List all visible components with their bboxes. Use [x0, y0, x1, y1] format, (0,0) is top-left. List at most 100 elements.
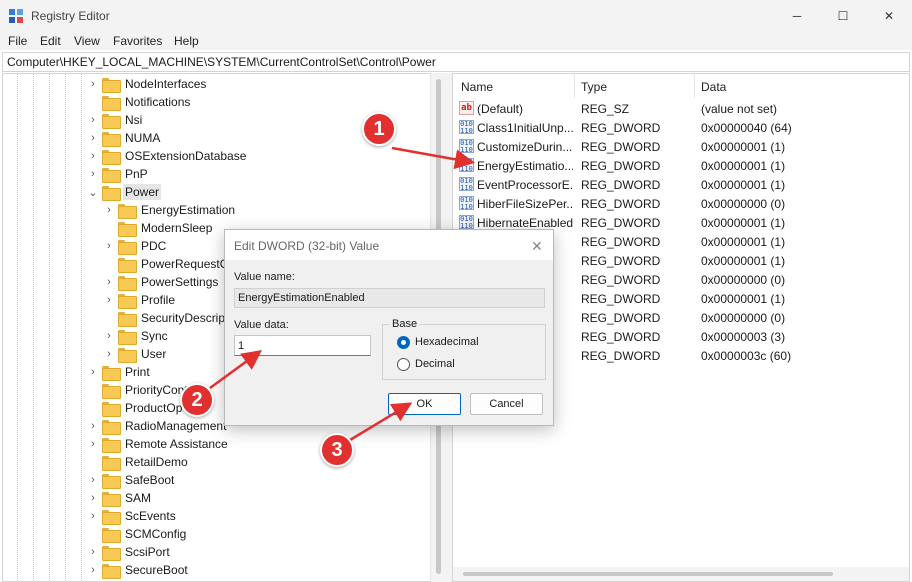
expand-chevron-icon[interactable]: ⌄	[88, 186, 98, 199]
folder-icon	[102, 527, 121, 543]
tree-item-label: PnP	[125, 167, 148, 181]
menu-edit[interactable]: Edit	[40, 34, 61, 48]
menu-view[interactable]: View	[74, 34, 100, 48]
tree-item[interactable]: › SecureBoot	[88, 561, 190, 579]
folder-icon	[102, 491, 121, 507]
expand-chevron-icon[interactable]: ›	[88, 510, 98, 522]
tree-item[interactable]: › SafeBoot	[88, 471, 176, 489]
value-row[interactable]: ab (Default) REG_SZ (value not set)	[453, 99, 909, 118]
tree-item[interactable]: › EnergyEstimation	[104, 201, 237, 219]
value-row[interactable]: 010 110 EventProcessorE... REG_DWORD 0x00000…	[453, 175, 909, 194]
expand-chevron-icon[interactable]: ›	[104, 240, 114, 252]
value-row[interactable]: 010 110 Class1InitialUnp... REG_DWORD 0x0000…	[453, 118, 909, 137]
maximize-button[interactable]: ☐	[820, 0, 866, 32]
close-button[interactable]: ✕	[866, 0, 912, 32]
radio-unchecked-icon	[397, 357, 410, 371]
expand-chevron-icon[interactable]: ›	[104, 204, 114, 216]
decimal-label: Decimal	[415, 358, 455, 370]
column-name-header[interactable]: Name	[461, 80, 493, 94]
folder-icon	[102, 383, 121, 399]
expand-chevron-icon[interactable]: ›	[104, 348, 114, 360]
tree-item[interactable]: › PDC	[104, 237, 168, 255]
tree-item[interactable]: › NUMA	[88, 129, 162, 147]
value-type-cell: REG_DWORD	[581, 140, 661, 154]
expand-chevron-icon[interactable]: ›	[88, 78, 98, 90]
cancel-button[interactable]: Cancel	[470, 393, 543, 415]
expand-chevron-icon[interactable]: ›	[88, 564, 98, 576]
tree-item[interactable]: PowerRequestOv	[104, 255, 237, 273]
expand-chevron-icon[interactable]: ›	[88, 546, 98, 558]
folder-icon	[102, 473, 121, 489]
tree-item-label: SafeBoot	[125, 473, 175, 487]
value-row[interactable]: 010 110 CustomizeDurin... REG_DWORD 0x000000…	[453, 137, 909, 156]
tree-item-label: SecurityDescript	[141, 311, 229, 325]
expand-chevron-icon[interactable]: ›	[88, 150, 98, 162]
value-data-cell: 0x00000000 (0)	[701, 197, 786, 211]
expand-chevron-icon[interactable]: ›	[104, 294, 114, 306]
expand-chevron-icon[interactable]: ›	[88, 438, 98, 450]
column-data-header[interactable]: Data	[701, 80, 726, 94]
tree-item[interactable]: › Profile	[104, 291, 177, 309]
tree-item[interactable]: SecurityDescript	[104, 309, 230, 327]
tree-item[interactable]: › User	[104, 345, 168, 363]
value-name-label: Value name:	[234, 271, 295, 283]
value-row[interactable]: 010 110 EnergyEstimatio... REG_DWORD 0x00000…	[453, 156, 909, 175]
minimize-button[interactable]: ─	[774, 0, 820, 32]
folder-icon	[102, 455, 121, 471]
expand-chevron-icon[interactable]: ›	[104, 276, 114, 288]
tree-item[interactable]: › PnP	[88, 165, 150, 183]
folder-icon	[102, 95, 121, 111]
column-type-header[interactable]: Type	[581, 80, 607, 94]
tree-item[interactable]: › ScEvents	[88, 507, 178, 525]
tree-item[interactable]: › Remote Assistance	[88, 435, 230, 453]
value-data-input[interactable]: 1	[234, 335, 371, 356]
expand-chevron-icon[interactable]: ›	[88, 132, 98, 144]
folder-icon	[118, 329, 137, 345]
expand-chevron-icon[interactable]: ›	[88, 474, 98, 486]
value-type-cell: REG_DWORD	[581, 216, 661, 230]
tree-item[interactable]: › ScsiPort	[88, 543, 172, 561]
menu-file[interactable]: File	[8, 34, 27, 48]
value-data-cell: 0x00000001 (1)	[701, 140, 786, 154]
folder-icon	[102, 563, 121, 579]
list-scroll-thumb[interactable]	[463, 572, 833, 576]
folder-icon	[118, 311, 137, 327]
folder-icon	[102, 365, 121, 381]
tree-item[interactable]: RetailDemo	[88, 453, 190, 471]
tree-item[interactable]: › OSExtensionDatabase	[88, 147, 248, 165]
value-row[interactable]: 010 110 HiberFileSizePer... REG_DWORD 0x0000…	[453, 194, 909, 213]
menu-favorites[interactable]: Favorites	[113, 34, 162, 48]
expand-chevron-icon[interactable]: ›	[88, 366, 98, 378]
ok-button[interactable]: OK	[388, 393, 461, 415]
tree-item[interactable]: › RadioManagement	[88, 417, 228, 435]
tree-item-label: User	[141, 347, 167, 361]
tree-item[interactable]: ProductOp	[88, 399, 184, 417]
expand-chevron-icon[interactable]: ›	[88, 492, 98, 504]
tree-item[interactable]: › Print	[88, 363, 152, 381]
hexadecimal-radio[interactable]: Hexadecimal	[397, 334, 479, 350]
tree-item-label: NodeInterfaces	[125, 77, 207, 91]
value-name-cell: EventProcessorE...	[477, 178, 573, 192]
tree-item[interactable]: Notifications	[88, 93, 192, 111]
expand-chevron-icon[interactable]: ›	[88, 168, 98, 180]
menu-help[interactable]: Help	[174, 34, 199, 48]
address-bar[interactable]: Computer\HKEY_LOCAL_MACHINE\SYSTEM\Curre…	[2, 52, 910, 72]
list-horizontal-scrollbar[interactable]	[453, 567, 909, 581]
tree-item[interactable]: ModernSleep	[104, 219, 214, 237]
expand-chevron-icon[interactable]: ›	[88, 114, 98, 126]
tree-item[interactable]: SCMConfig	[88, 525, 188, 543]
decimal-radio[interactable]: Decimal	[397, 356, 455, 372]
folder-icon	[102, 77, 121, 93]
tree-item[interactable]: PriorityCont	[88, 381, 190, 399]
tree-item-label: Profile	[141, 293, 176, 307]
tree-item[interactable]: › Nsi	[88, 111, 144, 129]
expand-chevron-icon[interactable]: ›	[88, 420, 98, 432]
tree-item[interactable]: › SAM	[88, 489, 153, 507]
tree-item[interactable]: › PowerSettings	[104, 273, 220, 291]
tree-item[interactable]: ⌄ Power	[88, 183, 162, 201]
tree-item-label: OSExtensionDatabase	[125, 149, 247, 163]
expand-chevron-icon[interactable]: ›	[104, 330, 114, 342]
tree-item[interactable]: › Sync	[104, 327, 170, 345]
dialog-close-icon[interactable]: ✕	[531, 238, 543, 255]
tree-item[interactable]: › NodeInterfaces	[88, 75, 208, 93]
